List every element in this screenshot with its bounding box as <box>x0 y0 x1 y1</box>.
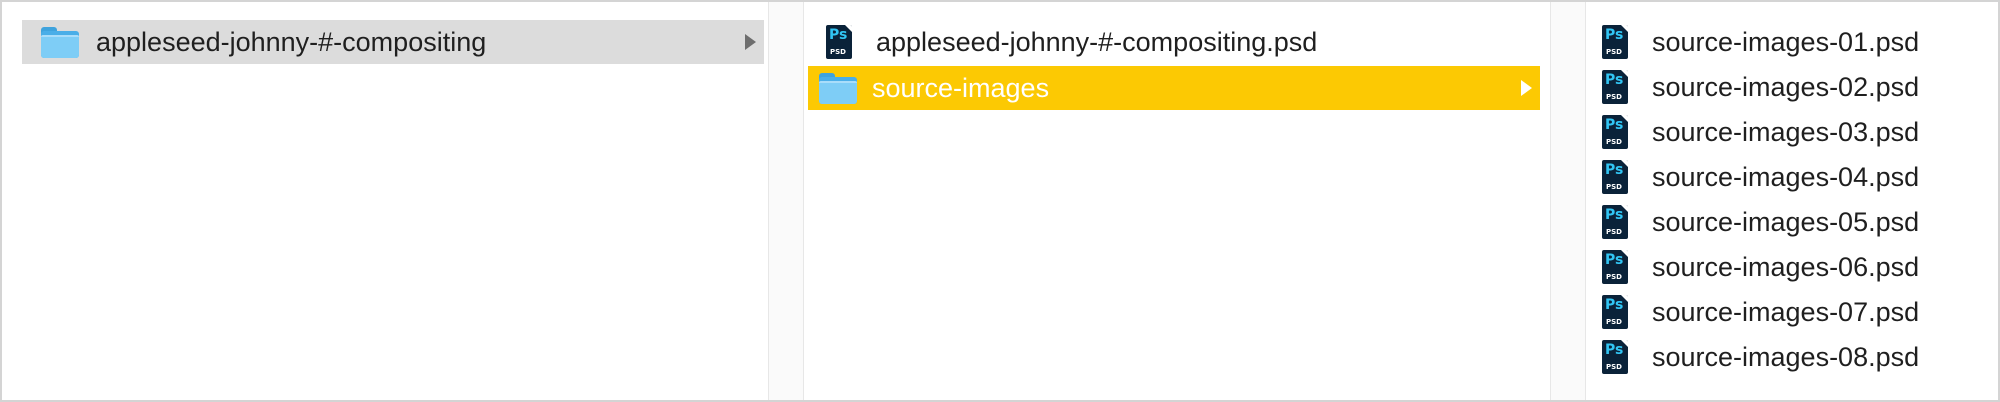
finder-column-view: appleseed-johnny-#-compositing Ps PSD ap… <box>0 0 2000 402</box>
file-row-source-images-07[interactable]: Ps PSD source-images-07.psd <box>1602 290 1992 334</box>
file-row-source-images-06[interactable]: Ps PSD source-images-06.psd <box>1602 245 1992 289</box>
file-label: source-images-01.psd <box>1652 27 1920 57</box>
file-label: source-images-07.psd <box>1652 297 1920 327</box>
file-row-source-images-05[interactable]: Ps PSD source-images-05.psd <box>1602 200 1992 244</box>
column-2[interactable]: Ps PSD appleseed-johnny-#-compositing.ps… <box>806 2 1548 400</box>
column-resize-divider[interactable] <box>1550 2 1586 400</box>
photoshop-file-icon: Ps PSD <box>826 25 852 59</box>
column-resize-divider[interactable] <box>768 2 804 400</box>
photoshop-file-icon: Ps PSD <box>1602 25 1628 59</box>
column-1[interactable]: appleseed-johnny-#-compositing <box>2 2 766 400</box>
photoshop-file-icon: Ps PSD <box>1602 205 1628 239</box>
file-label: source-images-04.psd <box>1652 162 1920 192</box>
file-label: appleseed-johnny-#-compositing.psd <box>876 27 1318 57</box>
file-row-compositing-psd[interactable]: Ps PSD appleseed-johnny-#-compositing.ps… <box>808 20 1540 64</box>
file-label: source-images-02.psd <box>1652 72 1920 102</box>
photoshop-file-icon: Ps PSD <box>1602 295 1628 329</box>
folder-label: appleseed-johnny-#-compositing <box>96 27 487 57</box>
file-row-source-images-02[interactable]: Ps PSD source-images-02.psd <box>1602 65 1992 109</box>
file-row-source-images-03[interactable]: Ps PSD source-images-03.psd <box>1602 110 1992 154</box>
photoshop-file-icon: Ps PSD <box>1602 340 1628 374</box>
file-row-source-images-08[interactable]: Ps PSD source-images-08.psd <box>1602 335 1992 379</box>
file-row-source-images-01[interactable]: Ps PSD source-images-01.psd <box>1602 20 1992 64</box>
photoshop-file-icon: Ps PSD <box>1602 115 1628 149</box>
file-label: source-images-03.psd <box>1652 117 1920 147</box>
folder-icon <box>818 71 858 105</box>
file-row-source-images-04[interactable]: Ps PSD source-images-04.psd <box>1602 155 1992 199</box>
file-label: source-images-08.psd <box>1652 342 1920 372</box>
photoshop-file-icon: Ps PSD <box>1602 70 1628 104</box>
chevron-right-icon <box>745 34 756 50</box>
folder-row-appleseed-johnny-compositing[interactable]: appleseed-johnny-#-compositing <box>22 20 764 64</box>
folder-label: source-images <box>872 73 1050 103</box>
photoshop-file-icon: Ps PSD <box>1602 250 1628 284</box>
column-3[interactable]: Ps PSD source-images-01.psd Ps PSD source-… <box>1588 2 1998 400</box>
folder-icon <box>40 25 80 59</box>
folder-row-source-images[interactable]: source-images <box>808 66 1540 110</box>
chevron-right-icon <box>1521 80 1532 96</box>
file-label: source-images-06.psd <box>1652 252 1920 282</box>
file-label: source-images-05.psd <box>1652 207 1920 237</box>
photoshop-file-icon: Ps PSD <box>1602 160 1628 194</box>
